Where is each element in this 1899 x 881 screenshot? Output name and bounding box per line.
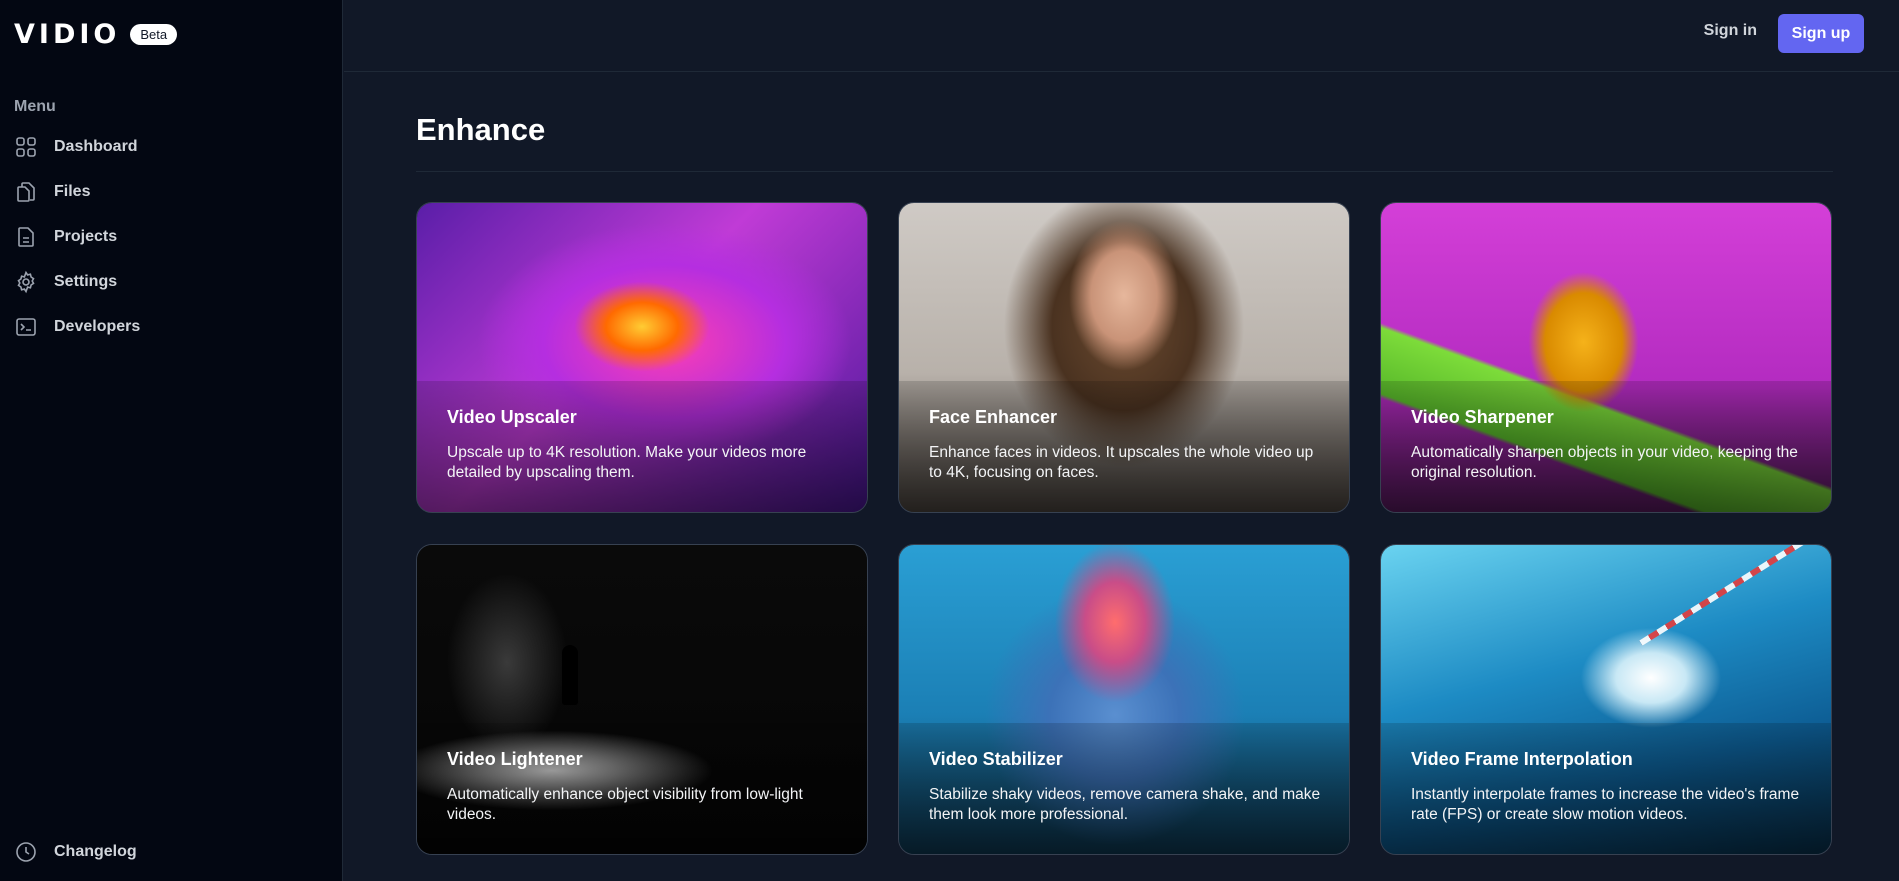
card-title: Video Stabilizer [929,749,1063,769]
card-description: Automatically enhance object visibility … [447,786,803,823]
divider [416,171,1833,172]
terminal-icon [16,317,36,336]
sidebar-item-label: Developers [54,317,141,335]
clock-icon [16,841,36,862]
card-description: Instantly interpolate frames to increase… [1411,786,1800,823]
menu-heading: Menu [14,98,56,115]
lane-rope [1639,545,1831,646]
document-icon [18,226,34,247]
sidebar-item-developers[interactable]: Developers [14,304,140,349]
tool-card-video-frame-interpolation[interactable]: Video Frame Interpolation Instantly inte… [1380,544,1832,855]
page-title: Enhance [416,112,546,147]
sidebar-item-label: Projects [54,227,118,245]
grid-icon [16,136,36,157]
top-bar: Sign in Sign up [344,0,1899,72]
sidebar-item-changelog[interactable]: Changelog [14,829,137,874]
sidebar-item-label: Dashboard [54,137,138,155]
card-title: Video Upscaler [447,407,577,427]
sidebar-item-settings[interactable]: Settings [14,259,140,304]
tool-card-face-enhancer[interactable]: Face Enhancer Enhance faces in videos. I… [898,202,1350,513]
sidebar-item-projects[interactable]: Projects [14,214,140,259]
sidebar-item-dashboard[interactable]: Dashboard [14,124,140,169]
card-description: Automatically sharpen objects in your vi… [1411,444,1798,481]
beta-badge: Beta [130,24,178,45]
tool-card-video-sharpener[interactable]: Video Sharpener Automatically sharpen ob… [1380,202,1832,513]
brand[interactable]: VIDIO Beta [14,19,178,50]
sign-in-link[interactable]: Sign in [1704,22,1757,40]
tool-card-video-lightener[interactable]: Video Lightener Automatically enhance ob… [416,544,868,855]
card-description: Stabilize shaky videos, remove camera sh… [929,786,1321,823]
card-title: Video Lightener [447,749,583,769]
card-title: Video Frame Interpolation [1411,749,1633,769]
files-icon [17,181,35,202]
sidebar-item-label: Settings [54,272,118,290]
sidebar-item-label: Changelog [54,842,137,860]
sidebar-item-label: Files [54,182,91,200]
sidebar-nav: Dashboard Files Projects Settings Develo… [14,124,140,349]
logo[interactable]: VIDIO [14,19,120,50]
tool-card-video-upscaler[interactable]: Video Upscaler Upscale up to 4K resoluti… [416,202,868,513]
card-description: Upscale up to 4K resolution. Make your v… [447,444,807,481]
sidebar: VIDIO Beta Menu Dashboard Files Projects [0,0,343,881]
sign-up-button[interactable]: Sign up [1778,14,1864,53]
tool-card-video-stabilizer[interactable]: Video Stabilizer Stabilize shaky videos,… [898,544,1350,855]
gear-icon [17,270,35,293]
card-title: Video Sharpener [1411,407,1554,427]
walking-figure [562,645,578,705]
card-title: Face Enhancer [929,407,1058,427]
card-description: Enhance faces in videos. It upscales the… [929,444,1314,481]
sidebar-item-files[interactable]: Files [14,169,140,214]
